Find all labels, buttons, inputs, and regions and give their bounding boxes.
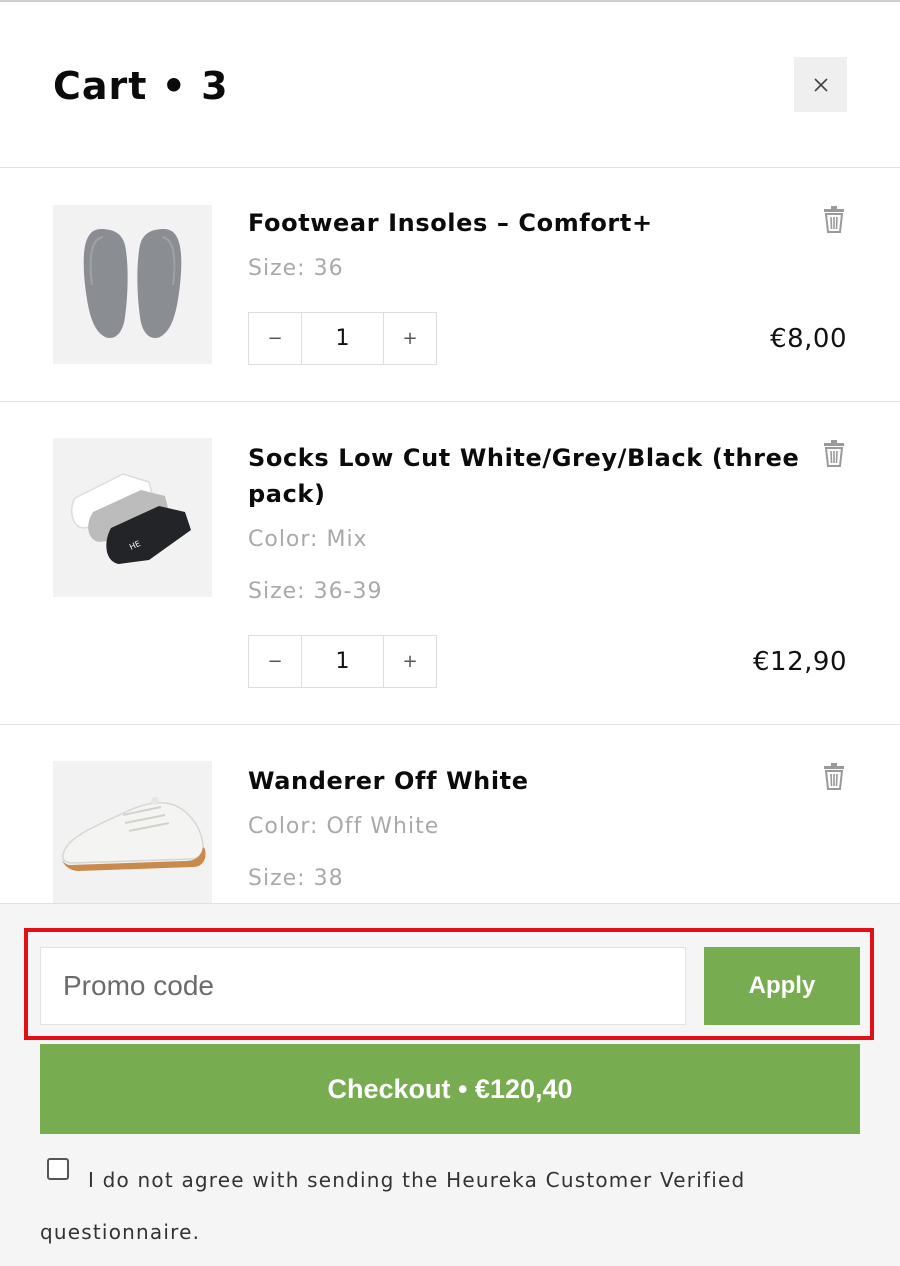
checkout-button[interactable]: Checkout • €120,40 (40, 1044, 860, 1134)
quantity-value[interactable]: 1 (301, 636, 384, 687)
socks-image[interactable]: HE (53, 438, 212, 597)
quantity-value[interactable]: 1 (301, 313, 384, 364)
close-button[interactable] (794, 57, 847, 112)
trash-icon (824, 440, 844, 467)
cart-item-insoles: Footwear Insoles – Comfort+ Size: 36 − 1… (0, 168, 900, 402)
promo-code-input[interactable] (40, 947, 686, 1025)
item-color: Color: Off White (248, 814, 440, 839)
cart-item-socks: HE Socks Low Cut White/Grey/Black (three… (0, 402, 900, 725)
decrease-quantity-button[interactable]: − (249, 313, 301, 364)
cart-header: Cart • 3 (0, 2, 900, 168)
item-name[interactable]: Wanderer Off White (248, 763, 808, 799)
item-price: €8,00 (770, 324, 847, 354)
remove-item-button[interactable] (822, 206, 846, 234)
remove-item-button[interactable] (822, 763, 846, 791)
apply-promo-button[interactable]: Apply (704, 947, 860, 1025)
cart-footer: Apply Checkout • €120,40 I do not agree … (0, 903, 900, 1266)
cart-item-sneaker: Wanderer Off White Color: Off White Size… (0, 725, 900, 903)
insoles-image[interactable] (53, 205, 212, 364)
trash-icon (824, 206, 844, 233)
item-size: Size: 38 (248, 866, 344, 891)
quantity-stepper: − 1 + (248, 635, 437, 688)
item-size: Size: 36-39 (248, 579, 383, 604)
sneaker-image[interactable] (53, 761, 212, 903)
increase-quantity-button[interactable]: + (384, 313, 436, 364)
item-size: Size: 36 (248, 256, 344, 281)
item-color: Color: Mix (248, 527, 368, 552)
remove-item-button[interactable] (822, 440, 846, 468)
increase-quantity-button[interactable]: + (384, 636, 436, 687)
item-name[interactable]: Footwear Insoles – Comfort+ (248, 205, 808, 241)
quantity-stepper: − 1 + (248, 312, 437, 365)
cart-title: Cart • 3 (53, 64, 229, 108)
decrease-quantity-button[interactable]: − (249, 636, 301, 687)
item-price: €12,90 (753, 647, 847, 677)
item-name[interactable]: Socks Low Cut White/Grey/Black (three pa… (248, 440, 808, 512)
cart-items-list[interactable]: Footwear Insoles – Comfort+ Size: 36 − 1… (0, 168, 900, 903)
close-icon (813, 77, 828, 92)
consent-label: I do not agree with sending the Heureka … (40, 1168, 746, 1244)
trash-icon (824, 763, 844, 790)
